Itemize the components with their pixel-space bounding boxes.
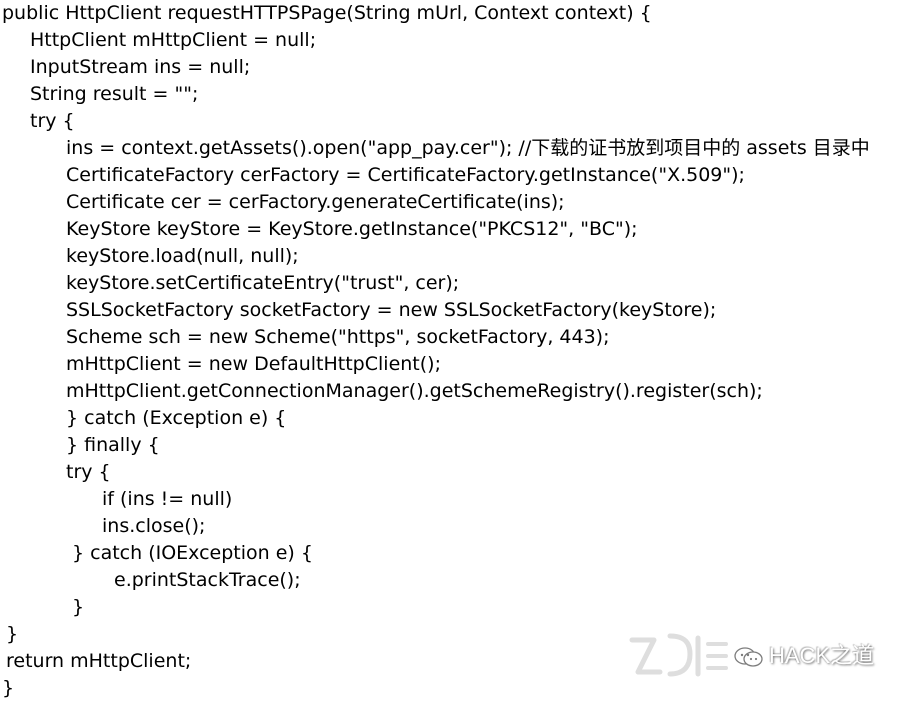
code-line: return mHttpClient; [6, 650, 192, 672]
code-line: } [6, 623, 19, 645]
code-line: } [2, 677, 15, 699]
code-line: } [72, 596, 85, 618]
code-line: keyStore.setCertificateEntry("trust", ce… [66, 272, 460, 294]
code-line: KeyStore keyStore = KeyStore.getInstance… [66, 218, 638, 240]
code-line: InputStream ins = null; [30, 56, 251, 78]
code-line: mHttpClient.getConnectionManager().getSc… [66, 380, 763, 402]
code-line: SSLSocketFactory socketFactory = new SSL… [66, 299, 717, 321]
watermark: HACK之道 [624, 626, 884, 686]
code-line: Scheme sch = new Scheme("https", socketF… [66, 326, 610, 348]
code-line: Certificate cer = cerFactory.generateCer… [66, 191, 565, 213]
code-line: if (ins != null) [102, 488, 233, 510]
code-line: mHttpClient = new DefaultHttpClient(); [66, 353, 441, 375]
code-line: ins.close(); [102, 515, 206, 537]
code-line: keyStore.load(null, null); [66, 245, 299, 267]
code-line: } finally { [66, 434, 160, 456]
code-line: public HttpClient requestHTTPSPage(Strin… [2, 2, 652, 24]
code-line: ins = context.getAssets().open("app_pay.… [66, 137, 870, 159]
logo-watermark [629, 633, 728, 677]
code-line: e.printStackTrace(); [114, 569, 301, 591]
code-line: } catch (IOException e) { [72, 542, 313, 564]
code-line: HttpClient mHttpClient = null; [30, 29, 317, 51]
code-line: try { [66, 461, 111, 483]
code-line: String result = ""; [30, 83, 199, 105]
code-line: } catch (Exception e) { [66, 407, 287, 429]
wechat-icon [734, 647, 763, 667]
watermark-text: HACK之道 [769, 643, 875, 668]
code-line: try { [30, 110, 75, 132]
code-line: CertificateFactory cerFactory = Certific… [66, 164, 745, 186]
